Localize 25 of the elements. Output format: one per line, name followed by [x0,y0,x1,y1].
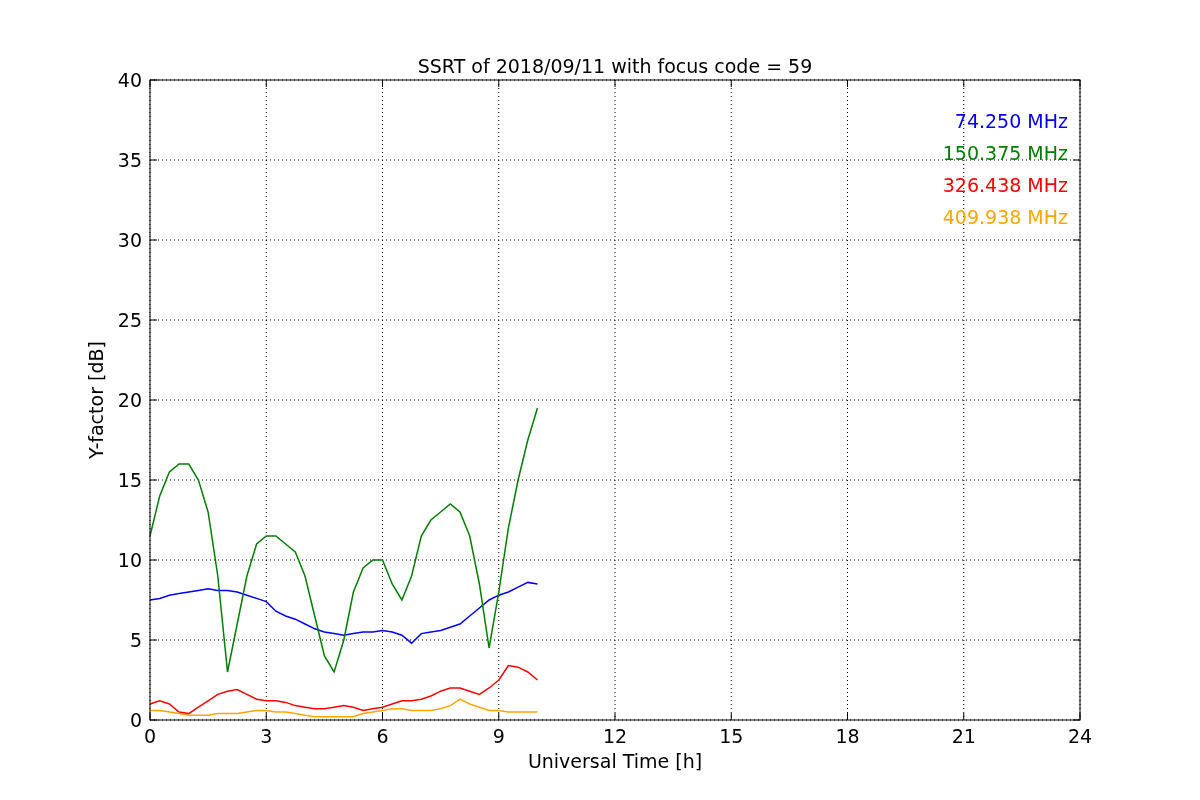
x-tick-label: 12 [602,725,628,747]
legend-label: 326.438 MHz [942,174,1068,196]
y-tick-label: 35 [117,149,142,171]
x-tick-label: 0 [143,725,157,747]
legend-label: 409.938 MHz [942,206,1068,228]
y-tick-label: 40 [117,69,142,91]
x-tick-label: 3 [260,725,273,747]
chart-title: SSRT of 2018/09/11 with focus code = 59 [417,55,813,77]
y-tick-label: 0 [129,709,142,731]
legend-label: 74.250 MHz [954,110,1068,132]
x-tick-label: 15 [719,725,744,747]
y-tick-label: 5 [129,629,142,651]
y-tick-label: 20 [117,389,142,411]
y-tick-label: 15 [117,469,142,491]
y-tick-label: 10 [117,549,142,571]
x-tick-label: 9 [492,725,505,747]
y-axis-label: Y-factor [dB] [85,341,107,459]
y-tick-label: 25 [117,309,142,331]
x-tick-label: 24 [1067,725,1093,747]
legend-label: 150.375 MHz [942,142,1068,164]
x-tick-label: 21 [951,725,976,747]
x-tick-label: 6 [376,725,389,747]
y-tick-label: 30 [117,229,142,251]
x-tick-label: 18 [835,725,860,747]
x-axis-label: Universal Time [h] [527,750,703,772]
